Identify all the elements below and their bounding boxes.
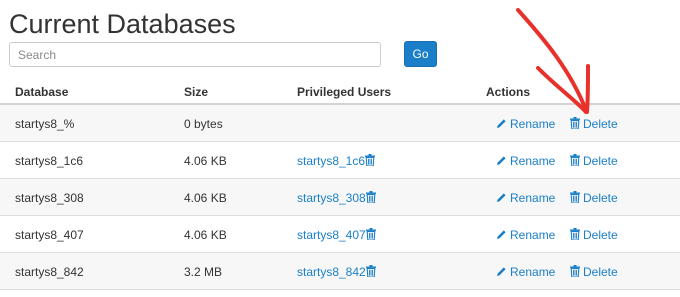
privileged-user-link[interactable]: startys8_1c6 bbox=[297, 154, 365, 168]
database-size: 0 bytes bbox=[184, 117, 223, 131]
delete-label: Delete bbox=[583, 228, 618, 242]
database-size: 4.06 KB bbox=[184, 191, 227, 205]
current-databases-page: Current Databases Go Database Size Privi… bbox=[0, 0, 680, 297]
rename-button[interactable]: Rename bbox=[496, 228, 555, 243]
pencil-icon bbox=[496, 192, 507, 206]
rename-button[interactable]: Rename bbox=[496, 154, 555, 169]
header-database: Database bbox=[15, 85, 69, 99]
delete-label: Delete bbox=[583, 191, 618, 205]
privileged-user-link[interactable]: startys8_407 bbox=[297, 228, 366, 242]
trash-icon bbox=[570, 154, 580, 169]
table-row: startys8_1c6 4.06 KB startys8_1c6 Rename Del… bbox=[0, 142, 680, 179]
privileged-user-link[interactable]: startys8_308 bbox=[297, 191, 366, 205]
rename-label: Rename bbox=[510, 154, 556, 168]
database-name: startys8_407 bbox=[15, 228, 84, 242]
delete-button[interactable]: Delete bbox=[570, 228, 618, 243]
database-name: startys8_% bbox=[15, 117, 75, 131]
trash-icon[interactable] bbox=[365, 265, 376, 280]
rename-button[interactable]: Rename bbox=[496, 117, 555, 132]
database-name: startys8_1c6 bbox=[15, 154, 84, 168]
privileged-user: startys8_407 bbox=[297, 228, 376, 243]
header-privileged-users: Privileged Users bbox=[297, 85, 392, 99]
delete-label: Delete bbox=[583, 265, 618, 279]
trash-icon bbox=[570, 191, 580, 206]
databases-table: Database Size Privileged Users Actions s… bbox=[0, 79, 680, 290]
trash-icon[interactable] bbox=[365, 191, 376, 206]
trash-icon bbox=[570, 228, 580, 243]
trash-icon bbox=[570, 117, 580, 132]
table-body: startys8_% 0 bytes Rename Delete startys8_1c… bbox=[0, 105, 680, 290]
search-input[interactable] bbox=[9, 42, 381, 67]
rename-label: Rename bbox=[510, 117, 556, 131]
rename-button[interactable]: Rename bbox=[496, 265, 555, 280]
header-actions: Actions bbox=[486, 85, 531, 99]
database-size: 4.06 KB bbox=[184, 228, 227, 242]
delete-button[interactable]: Delete bbox=[570, 191, 618, 206]
privileged-user: startys8_1c6 bbox=[297, 154, 376, 169]
table-row: startys8_% 0 bytes Rename Delete bbox=[0, 105, 680, 142]
delete-button[interactable]: Delete bbox=[570, 265, 618, 280]
delete-label: Delete bbox=[583, 117, 618, 131]
table-header: Database Size Privileged Users Actions bbox=[0, 79, 680, 105]
privileged-user-link[interactable]: startys8_842 bbox=[297, 265, 366, 279]
privileged-user: startys8_308 bbox=[297, 191, 376, 206]
rename-label: Rename bbox=[510, 191, 556, 205]
table-row: startys8_842 3.2 MB startys8_842 Rename Dele… bbox=[0, 253, 680, 290]
page-title: Current Databases bbox=[9, 9, 236, 39]
rename-button[interactable]: Rename bbox=[496, 191, 555, 206]
rename-label: Rename bbox=[510, 265, 556, 279]
table-row: startys8_308 4.06 KB startys8_308 Rename Del… bbox=[0, 179, 680, 216]
rename-label: Rename bbox=[510, 228, 556, 242]
pencil-icon bbox=[496, 266, 507, 280]
trash-icon[interactable] bbox=[365, 154, 376, 169]
trash-icon[interactable] bbox=[365, 228, 376, 243]
database-size: 4.06 KB bbox=[184, 154, 227, 168]
delete-button[interactable]: Delete bbox=[570, 154, 618, 169]
table-row: startys8_407 4.06 KB startys8_407 Rename Del… bbox=[0, 216, 680, 253]
go-button[interactable]: Go bbox=[404, 41, 437, 67]
database-name: startys8_842 bbox=[15, 265, 84, 279]
delete-label: Delete bbox=[583, 154, 618, 168]
pencil-icon bbox=[496, 118, 507, 132]
trash-icon bbox=[570, 265, 580, 280]
header-size: Size bbox=[184, 85, 209, 99]
pencil-icon bbox=[496, 155, 507, 169]
database-size: 3.2 MB bbox=[184, 265, 223, 279]
delete-button[interactable]: Delete bbox=[570, 117, 618, 132]
pencil-icon bbox=[496, 229, 507, 243]
privileged-user: startys8_842 bbox=[297, 265, 376, 280]
database-name: startys8_308 bbox=[15, 191, 84, 205]
